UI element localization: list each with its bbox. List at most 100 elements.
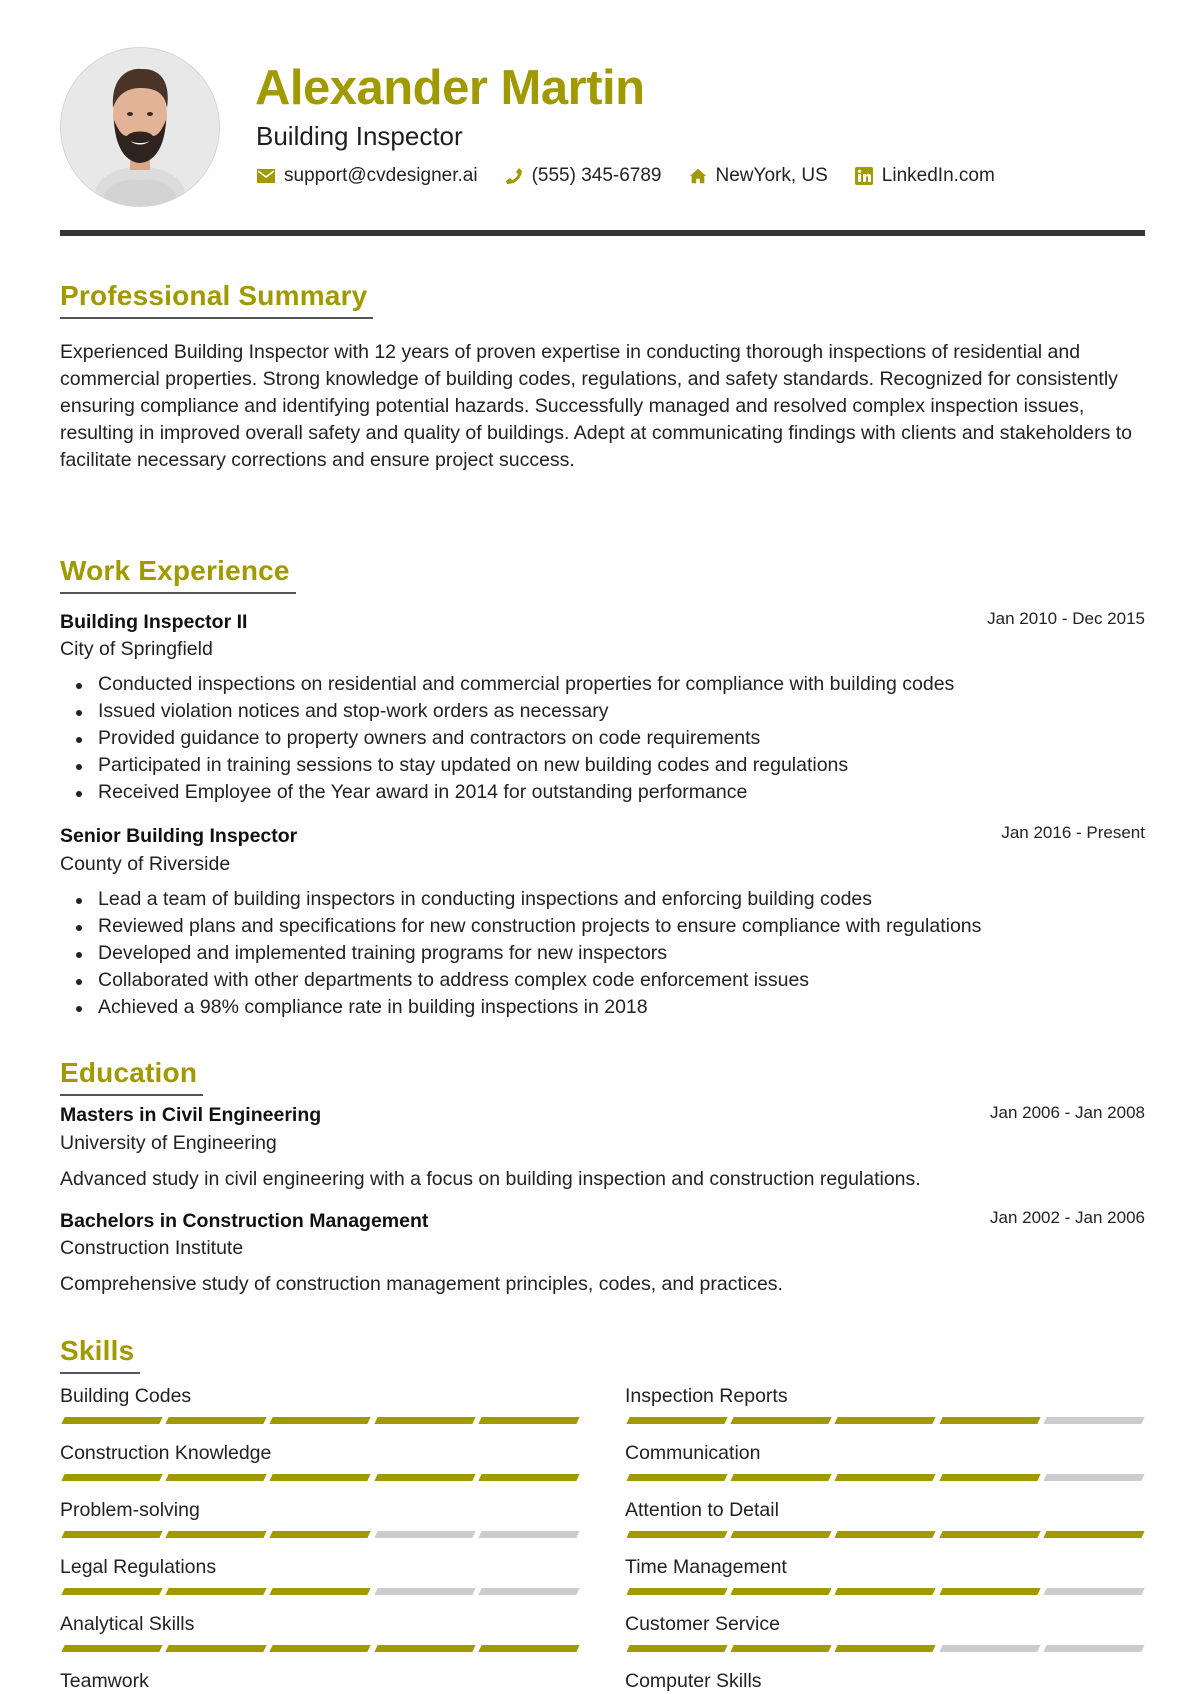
skill-segment-filled	[730, 1531, 833, 1538]
skill-segment-filled	[165, 1531, 268, 1538]
skill-segment-filled	[373, 1417, 476, 1424]
job-title: Building Inspector II	[60, 611, 248, 633]
skill-segment-empty	[1043, 1645, 1145, 1652]
job-bullet: Conducted inspections on residential and…	[76, 671, 1148, 698]
skill-segment-filled	[269, 1645, 372, 1652]
education-dates: Jan 2006 - Jan 2008	[989, 1103, 1145, 1122]
skills-heading: Skills	[60, 1334, 141, 1374]
contact-linkedin[interactable]: LinkedIn.com	[854, 165, 995, 187]
skill-segment-empty	[478, 1531, 580, 1538]
skill-item: Computer Skills	[625, 1668, 1143, 1694]
linkedin-icon	[854, 166, 874, 186]
education-dates: Jan 2002 - Jan 2006	[989, 1208, 1145, 1227]
job-bullet: Developed and implemented training progr…	[76, 940, 1148, 967]
home-icon	[688, 166, 708, 186]
skill-segment-filled	[730, 1474, 833, 1481]
skill-segment-filled	[834, 1531, 937, 1538]
skill-segment-filled	[373, 1474, 476, 1481]
skill-name: Construction Knowledge	[60, 1442, 272, 1464]
job-bullet: Lead a team of building inspectors in co…	[76, 886, 1148, 913]
education-description: Comprehensive study of construction mana…	[60, 1273, 783, 1295]
skill-segment-filled	[938, 1474, 1041, 1481]
skill-segment-empty	[373, 1531, 476, 1538]
skill-segment-filled	[730, 1645, 833, 1652]
skill-item: Time Management	[625, 1554, 1145, 1595]
skill-segment-filled	[938, 1588, 1041, 1595]
profile-photo	[60, 47, 220, 207]
resume-page: Alexander Martin Building Inspector supp…	[0, 0, 1200, 1692]
skill-name: Computer Skills	[625, 1670, 762, 1692]
job-bullet: Participated in training sessions to sta…	[76, 752, 1148, 779]
contact-location: NewYork, US	[688, 165, 828, 187]
education-school: Construction Institute	[60, 1237, 244, 1259]
skill-item: Legal Regulations	[60, 1554, 580, 1595]
contact-linkedin-text: LinkedIn.com	[881, 165, 995, 186]
skill-segment-filled	[478, 1645, 580, 1652]
skill-segment-empty	[938, 1645, 1041, 1652]
experience-heading: Work Experience	[60, 554, 296, 594]
skill-level-bar	[625, 1531, 1145, 1538]
job-bullets: Lead a team of building inspectors in co…	[60, 886, 1148, 1021]
skill-segment-filled	[269, 1474, 372, 1481]
skill-name: Communication	[625, 1442, 761, 1464]
skill-level-bar	[60, 1645, 580, 1652]
contact-email-text: support@cvdesigner.ai	[284, 165, 478, 186]
skill-segment-filled	[834, 1417, 937, 1424]
skill-item: Attention to Detail	[625, 1497, 1145, 1538]
education-degree: Masters in Civil Engineering	[60, 1104, 322, 1126]
job-dates: Jan 2010 - Dec 2015	[987, 609, 1145, 628]
skill-segment-filled	[938, 1531, 1041, 1538]
skill-segment-filled	[478, 1474, 580, 1481]
job-bullet: Achieved a 98% compliance rate in buildi…	[76, 994, 1148, 1021]
person-portrait-icon	[61, 48, 219, 206]
skill-segment-filled	[165, 1417, 268, 1424]
job-bullets: Conducted inspections on residential and…	[60, 671, 1148, 806]
summary-heading: Professional Summary	[60, 279, 374, 319]
skill-segment-filled	[165, 1588, 268, 1595]
skill-level-bar	[625, 1417, 1145, 1424]
envelope-icon	[256, 166, 276, 186]
skill-segment-filled	[165, 1474, 268, 1481]
skill-segment-filled	[61, 1531, 163, 1538]
skill-level-bar	[625, 1588, 1145, 1595]
job-dates: Jan 2016 - Present	[1001, 823, 1145, 842]
phone-icon	[504, 166, 524, 186]
skill-item: Inspection Reports	[625, 1383, 1145, 1424]
skill-segment-filled	[373, 1645, 476, 1652]
job-company: County of Riverside	[60, 853, 231, 875]
job-bullet: Provided guidance to property owners and…	[76, 725, 1148, 752]
skill-level-bar	[625, 1474, 1145, 1481]
skill-segment-filled	[165, 1645, 268, 1652]
skill-name: Teamwork	[60, 1670, 149, 1692]
skill-level-bar	[625, 1645, 1145, 1652]
skill-item: Problem-solving	[60, 1497, 580, 1538]
job-bullet: Collaborated with other departments to a…	[76, 967, 1148, 994]
skill-segment-empty	[1043, 1417, 1145, 1424]
contact-bar: support@cvdesigner.ai (555) 345-6789 New…	[256, 165, 1021, 187]
job-title: Senior Building Inspector	[60, 825, 298, 847]
skill-level-bar	[60, 1417, 580, 1424]
skill-segment-filled	[730, 1588, 833, 1595]
candidate-name: Alexander Martin	[255, 61, 645, 115]
skill-segment-filled	[626, 1417, 728, 1424]
contact-phone[interactable]: (555) 345-6789	[504, 165, 662, 187]
candidate-title: Building Inspector	[256, 121, 463, 151]
skill-segment-filled	[478, 1417, 580, 1424]
skill-segment-filled	[269, 1531, 372, 1538]
skill-segment-filled	[834, 1645, 937, 1652]
skill-segment-filled	[61, 1474, 163, 1481]
skill-name: Inspection Reports	[625, 1385, 788, 1407]
education-degree: Bachelors in Construction Management	[60, 1210, 429, 1232]
contact-location-text: NewYork, US	[715, 165, 828, 186]
skill-name: Legal Regulations	[60, 1556, 217, 1578]
skill-item: Communication	[625, 1440, 1145, 1481]
skill-segment-empty	[478, 1588, 580, 1595]
skill-segment-empty	[373, 1588, 476, 1595]
skill-level-bar	[60, 1588, 580, 1595]
skill-segment-empty	[1043, 1588, 1145, 1595]
contact-email[interactable]: support@cvdesigner.ai	[256, 165, 478, 187]
skill-segment-filled	[269, 1588, 372, 1595]
skill-segment-filled	[834, 1474, 937, 1481]
education-heading: Education	[60, 1056, 204, 1096]
job-bullet: Issued violation notices and stop-work o…	[76, 698, 1148, 725]
